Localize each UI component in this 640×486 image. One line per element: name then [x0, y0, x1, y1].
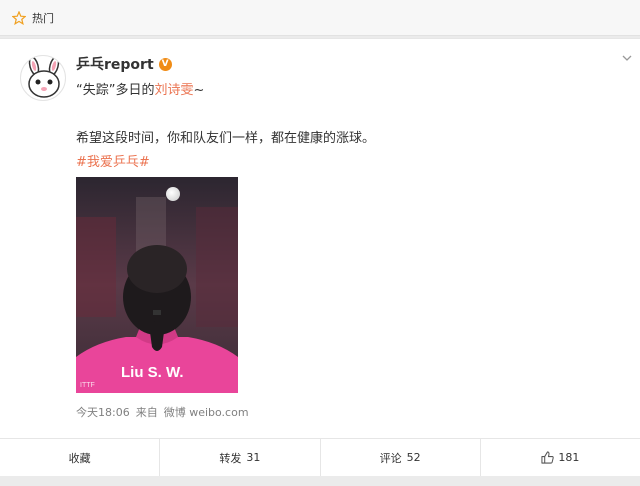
- repost-button[interactable]: 转发 31: [159, 439, 319, 476]
- avatar[interactable]: [20, 55, 66, 101]
- collect-button[interactable]: 收藏: [0, 439, 159, 476]
- comment-button[interactable]: 评论 52: [319, 439, 480, 476]
- svg-text:ITTF: ITTF: [80, 382, 95, 389]
- star-icon[interactable]: [12, 10, 26, 25]
- author-row: 乒乓report V: [76, 54, 172, 74]
- verified-badge-icon: V: [158, 57, 172, 71]
- post-card: 乒乓report V “失踪”多日的刘诗雯~ 希望这段时间，你和队友们一样，都在…: [0, 38, 640, 438]
- action-bar: 收藏 转发 31 评论 52 181: [0, 438, 640, 476]
- author-name[interactable]: 乒乓report: [76, 54, 154, 74]
- post-photo[interactable]: Liu S. W. ITTF: [76, 177, 238, 393]
- hot-topbar: 热门: [0, 0, 640, 36]
- mention-link[interactable]: 刘诗雯: [154, 83, 193, 98]
- post-time[interactable]: 今天18:06: [76, 404, 130, 420]
- hot-label: 热门: [32, 11, 54, 25]
- thumbs-up-icon: [541, 451, 555, 464]
- source-prefix: 来自: [135, 406, 158, 419]
- post-text-line2: 希望这段时间，你和队友们一样，都在健康的涨球。: [76, 131, 376, 146]
- post-meta: 今天18:06 来自 微博 weibo.com: [76, 404, 249, 420]
- post-text-line1: “失踪”多日的刘诗雯~: [76, 83, 205, 98]
- source-link[interactable]: 微博 weibo.com: [164, 404, 249, 420]
- chevron-down-icon[interactable]: [622, 53, 632, 63]
- svg-text:Liu S. W.: Liu S. W.: [121, 364, 184, 381]
- hashtag-link[interactable]: #我爱乒乓#: [76, 151, 150, 170]
- like-button[interactable]: 181: [479, 439, 640, 476]
